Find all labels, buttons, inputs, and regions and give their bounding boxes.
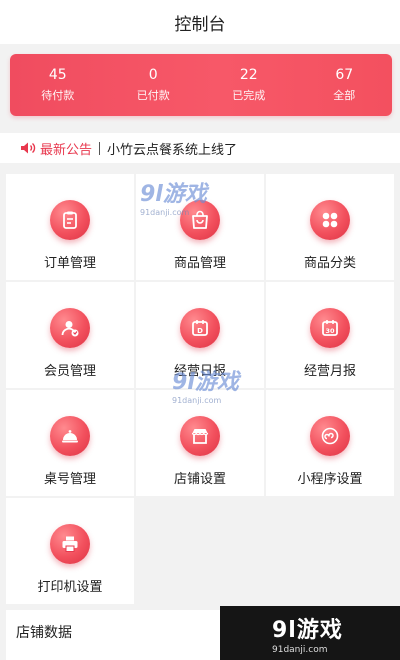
stat-label: 已完成 bbox=[232, 89, 266, 102]
stat-pending-payment[interactable]: 45 待付款 bbox=[10, 54, 106, 116]
menu-label: 商品管理 bbox=[173, 256, 226, 271]
menu-label: 订单管理 bbox=[43, 256, 96, 271]
table-bell-icon bbox=[50, 416, 90, 456]
page-title: 控制台 bbox=[174, 14, 226, 35]
menu-label: 经营月报 bbox=[303, 364, 356, 379]
watermark-brand: 9l游戏 bbox=[272, 617, 343, 643]
shop-icon bbox=[180, 416, 220, 456]
shopping-bag-icon bbox=[180, 200, 220, 240]
category-grid-icon bbox=[310, 200, 350, 240]
menu-mini-program-settings[interactable]: 小程序设置 bbox=[266, 390, 394, 496]
menu-label: 打印机设置 bbox=[37, 580, 103, 595]
menu-shop-settings[interactable]: 店铺设置 bbox=[136, 390, 264, 496]
menu-label: 小程序设置 bbox=[297, 472, 363, 487]
stat-value: 0 bbox=[148, 67, 158, 83]
announcement-bar[interactable]: 最新公告 小竹云点餐系统上线了 bbox=[0, 133, 400, 163]
stat-label: 已付款 bbox=[136, 89, 170, 102]
menu-product-category[interactable]: 商品分类 bbox=[266, 174, 394, 280]
calendar-day-mark: D bbox=[197, 327, 203, 335]
menu-label: 店铺设置 bbox=[173, 472, 226, 487]
watermark-corner-badge: 9l游戏 91danji.com bbox=[220, 606, 400, 660]
menu-printer-settings[interactable]: 打印机设置 bbox=[6, 498, 134, 604]
stat-label: 全部 bbox=[333, 89, 356, 102]
printer-icon bbox=[50, 524, 90, 564]
menu-label: 商品分类 bbox=[303, 256, 356, 271]
speaker-icon bbox=[21, 142, 36, 154]
monthly-report-icon: 30 bbox=[310, 308, 350, 348]
stat-all[interactable]: 67 全部 bbox=[297, 54, 393, 116]
menu-table-management[interactable]: 桌号管理 bbox=[6, 390, 134, 496]
mini-program-icon bbox=[310, 416, 350, 456]
watermark-site: 91danji.com bbox=[272, 644, 328, 655]
clipboard-icon bbox=[50, 200, 90, 240]
daily-report-icon: D bbox=[180, 308, 220, 348]
stat-label: 待付款 bbox=[41, 89, 75, 102]
stat-completed[interactable]: 22 已完成 bbox=[201, 54, 297, 116]
member-icon bbox=[50, 308, 90, 348]
section-title: 店铺数据 bbox=[16, 625, 72, 641]
stat-paid[interactable]: 0 已付款 bbox=[106, 54, 202, 116]
menu-label: 经营日报 bbox=[173, 364, 226, 379]
announcement-divider bbox=[99, 141, 101, 155]
calendar-day-mark: 30 bbox=[325, 327, 335, 335]
menu-product-management[interactable]: 商品管理 bbox=[136, 174, 264, 280]
menu-daily-report[interactable]: D 经营日报 bbox=[136, 282, 264, 388]
announcement-text: 小竹云点餐系统上线了 bbox=[107, 142, 238, 158]
header-bar: 控制台 bbox=[0, 0, 400, 44]
function-grid: 订单管理 商品管理 商品分类 会员管理 D 经营日报 30 经营月报 桌号管理 … bbox=[6, 174, 394, 604]
stat-value: 22 bbox=[239, 67, 258, 83]
menu-label: 会员管理 bbox=[43, 364, 96, 379]
menu-label: 桌号管理 bbox=[43, 472, 96, 487]
menu-monthly-report[interactable]: 30 经营月报 bbox=[266, 282, 394, 388]
menu-member-management[interactable]: 会员管理 bbox=[6, 282, 134, 388]
stat-value: 45 bbox=[48, 67, 67, 83]
stat-value: 67 bbox=[335, 67, 354, 83]
menu-order-management[interactable]: 订单管理 bbox=[6, 174, 134, 280]
announcement-tag: 最新公告 bbox=[40, 142, 93, 158]
order-stats-card: 45 待付款 0 已付款 22 已完成 67 全部 bbox=[10, 54, 392, 116]
